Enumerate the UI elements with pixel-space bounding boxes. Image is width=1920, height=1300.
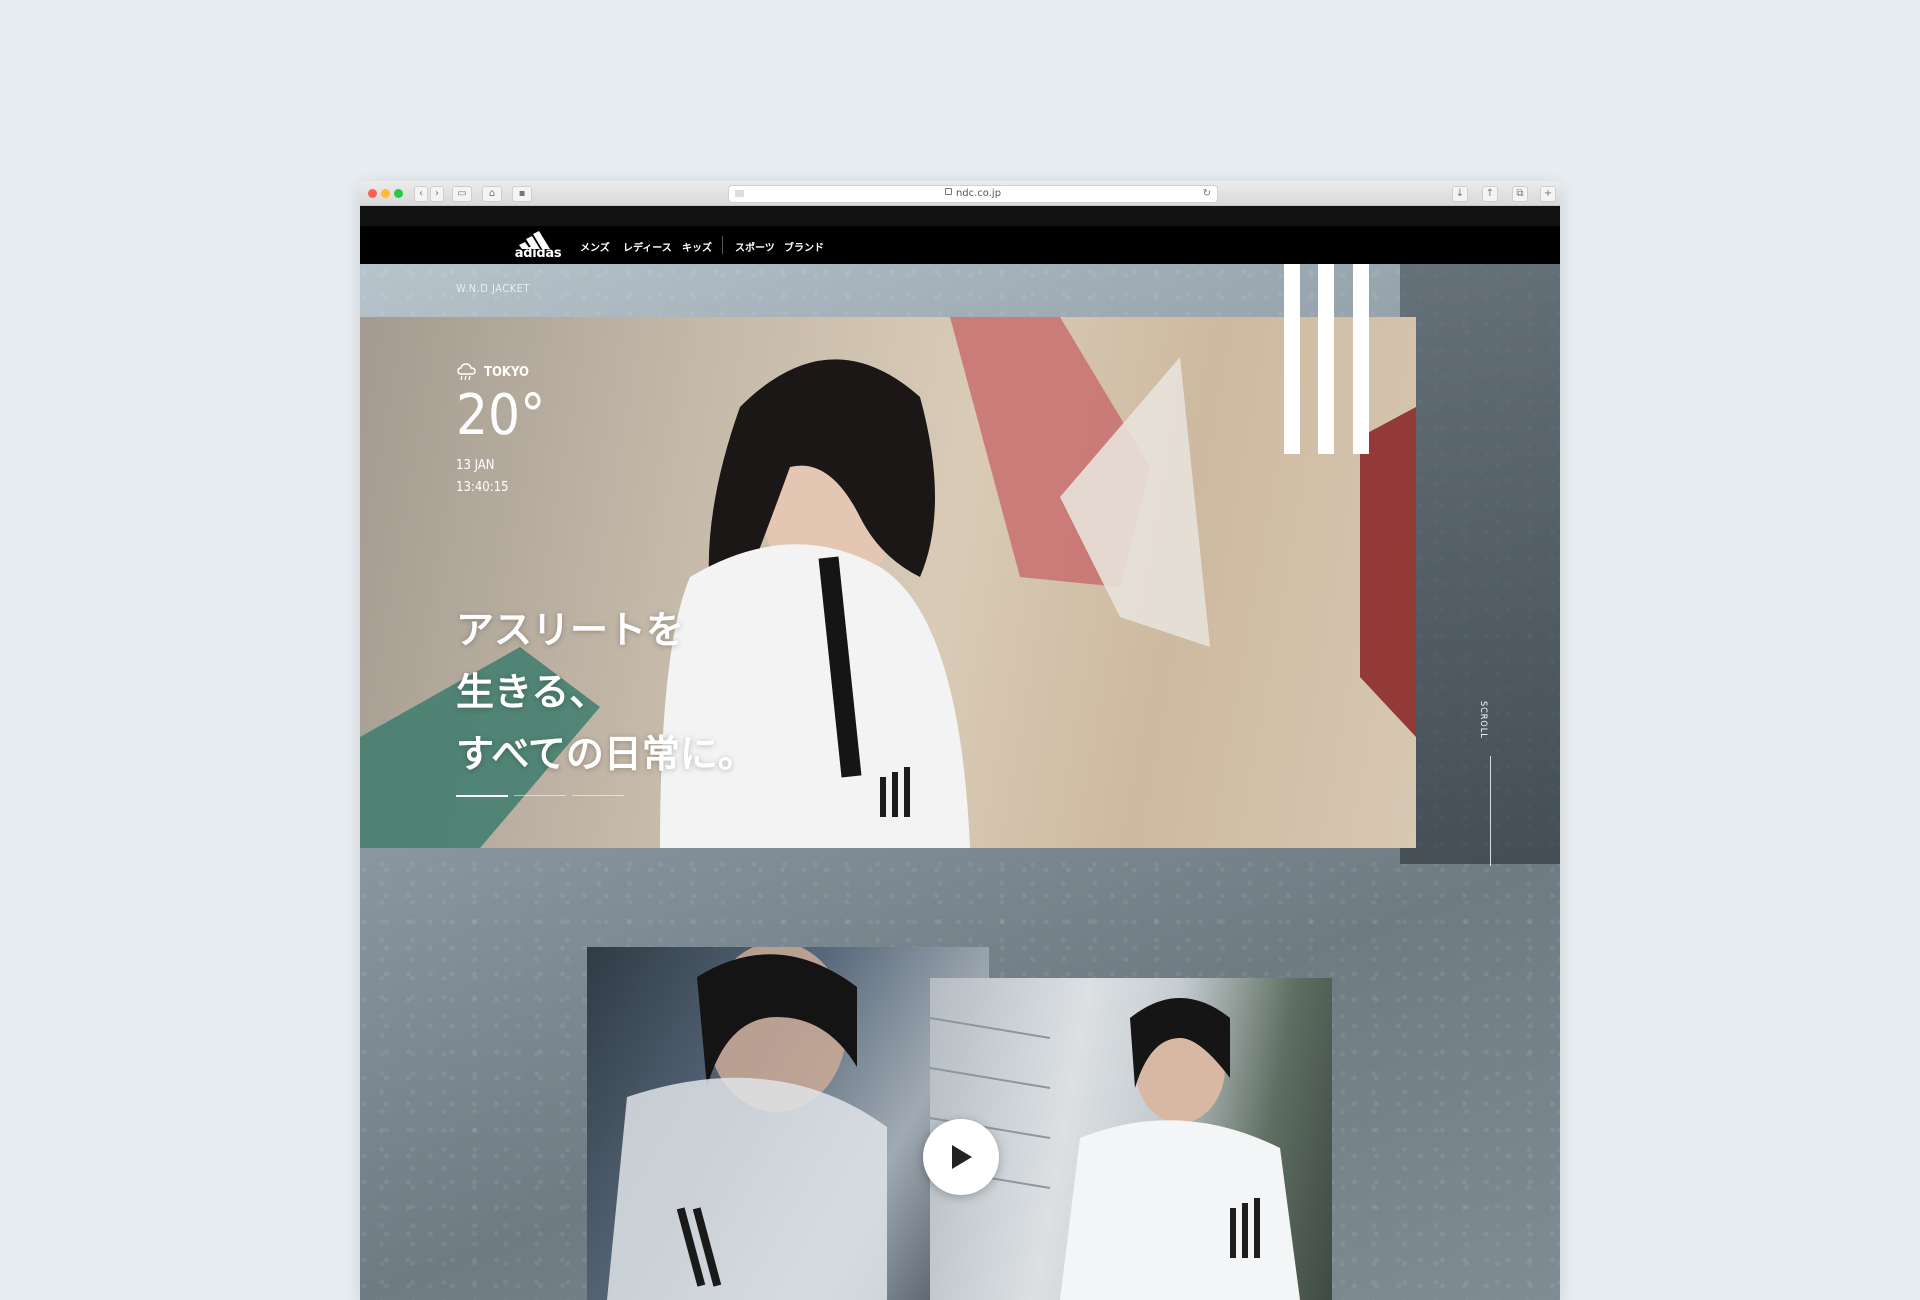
background-shade (1400, 264, 1560, 864)
play-video-button[interactable] (923, 1119, 999, 1195)
favicon-icon (735, 190, 744, 197)
site-header: adidas メンズ レディース キッズ スポーツ ブランド (360, 226, 1560, 264)
top-strip (360, 206, 1560, 226)
weather-temperature: 20° (456, 383, 546, 448)
nav-item-ladies[interactable]: レディース (623, 239, 672, 254)
browser-toolbar: ‹ › ▭ ⌂ ▪ ndc.co.jp ↻ ↓ ↑ ⧉ + (360, 181, 1560, 206)
reload-icon[interactable]: ↻ (1203, 186, 1211, 202)
scroll-label[interactable]: SCROLL (1478, 701, 1488, 739)
nav-item-kids[interactable]: キッズ (682, 239, 712, 254)
weather-date: 13 JAN (456, 458, 495, 473)
home-icon[interactable]: ⌂ (482, 186, 502, 202)
close-window-button[interactable] (368, 189, 377, 198)
play-icon (952, 1145, 972, 1169)
video-thumbnail-left[interactable] (587, 947, 989, 1300)
hero-headline: アスリートを 生きる、 すべての日常に。 (456, 599, 756, 785)
video-thumbnail-left-art (607, 947, 887, 1300)
sidebar-icon[interactable]: ▭ (452, 186, 472, 202)
lock-icon (944, 188, 952, 195)
address-bar[interactable]: ndc.co.jp ↻ (728, 185, 1218, 203)
nav-item-sports[interactable]: スポーツ (735, 239, 775, 254)
back-icon[interactable]: ‹ (414, 186, 428, 202)
tabs-icon[interactable]: ⧉ (1512, 186, 1528, 202)
minimize-window-button[interactable] (381, 189, 390, 198)
headline-line-1: アスリートを (456, 608, 685, 652)
weather-city: TOKYO (484, 365, 529, 380)
weather-time: 13:40:15 (456, 480, 509, 495)
browser-window: ‹ › ▭ ⌂ ▪ ndc.co.jp ↻ ↓ ↑ ⧉ + adidas メンズ… (360, 181, 1560, 1300)
slide-indicator-1[interactable] (456, 795, 508, 797)
download-icon[interactable]: ↓ (1452, 186, 1468, 202)
product-label: W.N.D JACKET (456, 282, 530, 295)
url-text: ndc.co.jp (955, 188, 1002, 199)
hero-photo: TOKYO 20° 13 JAN 13:40:15 アスリートを 生きる、 すべ… (360, 317, 1416, 848)
new-tab-icon[interactable]: + (1540, 186, 1556, 202)
rain-cloud-icon (457, 363, 476, 381)
slide-indicator-3[interactable] (572, 795, 624, 796)
forward-icon[interactable]: › (430, 186, 444, 202)
headline-line-2: 生きる、 (456, 670, 608, 714)
slide-indicator (456, 795, 626, 797)
share-icon[interactable]: ↑ (1482, 186, 1498, 202)
nav-divider (722, 236, 723, 254)
three-stripes-graphic (1284, 264, 1369, 454)
nav-item-mens[interactable]: メンズ (580, 239, 610, 254)
share-icon[interactable]: ▪ (512, 186, 532, 202)
slide-indicator-2[interactable] (514, 795, 566, 796)
headline-line-3: すべての日常に。 (456, 732, 756, 776)
brand-logo-text[interactable]: adidas (510, 246, 566, 261)
nav-item-brand[interactable]: ブランド (784, 239, 824, 254)
zoom-window-button[interactable] (394, 189, 403, 198)
scroll-indicator-line (1490, 756, 1491, 866)
